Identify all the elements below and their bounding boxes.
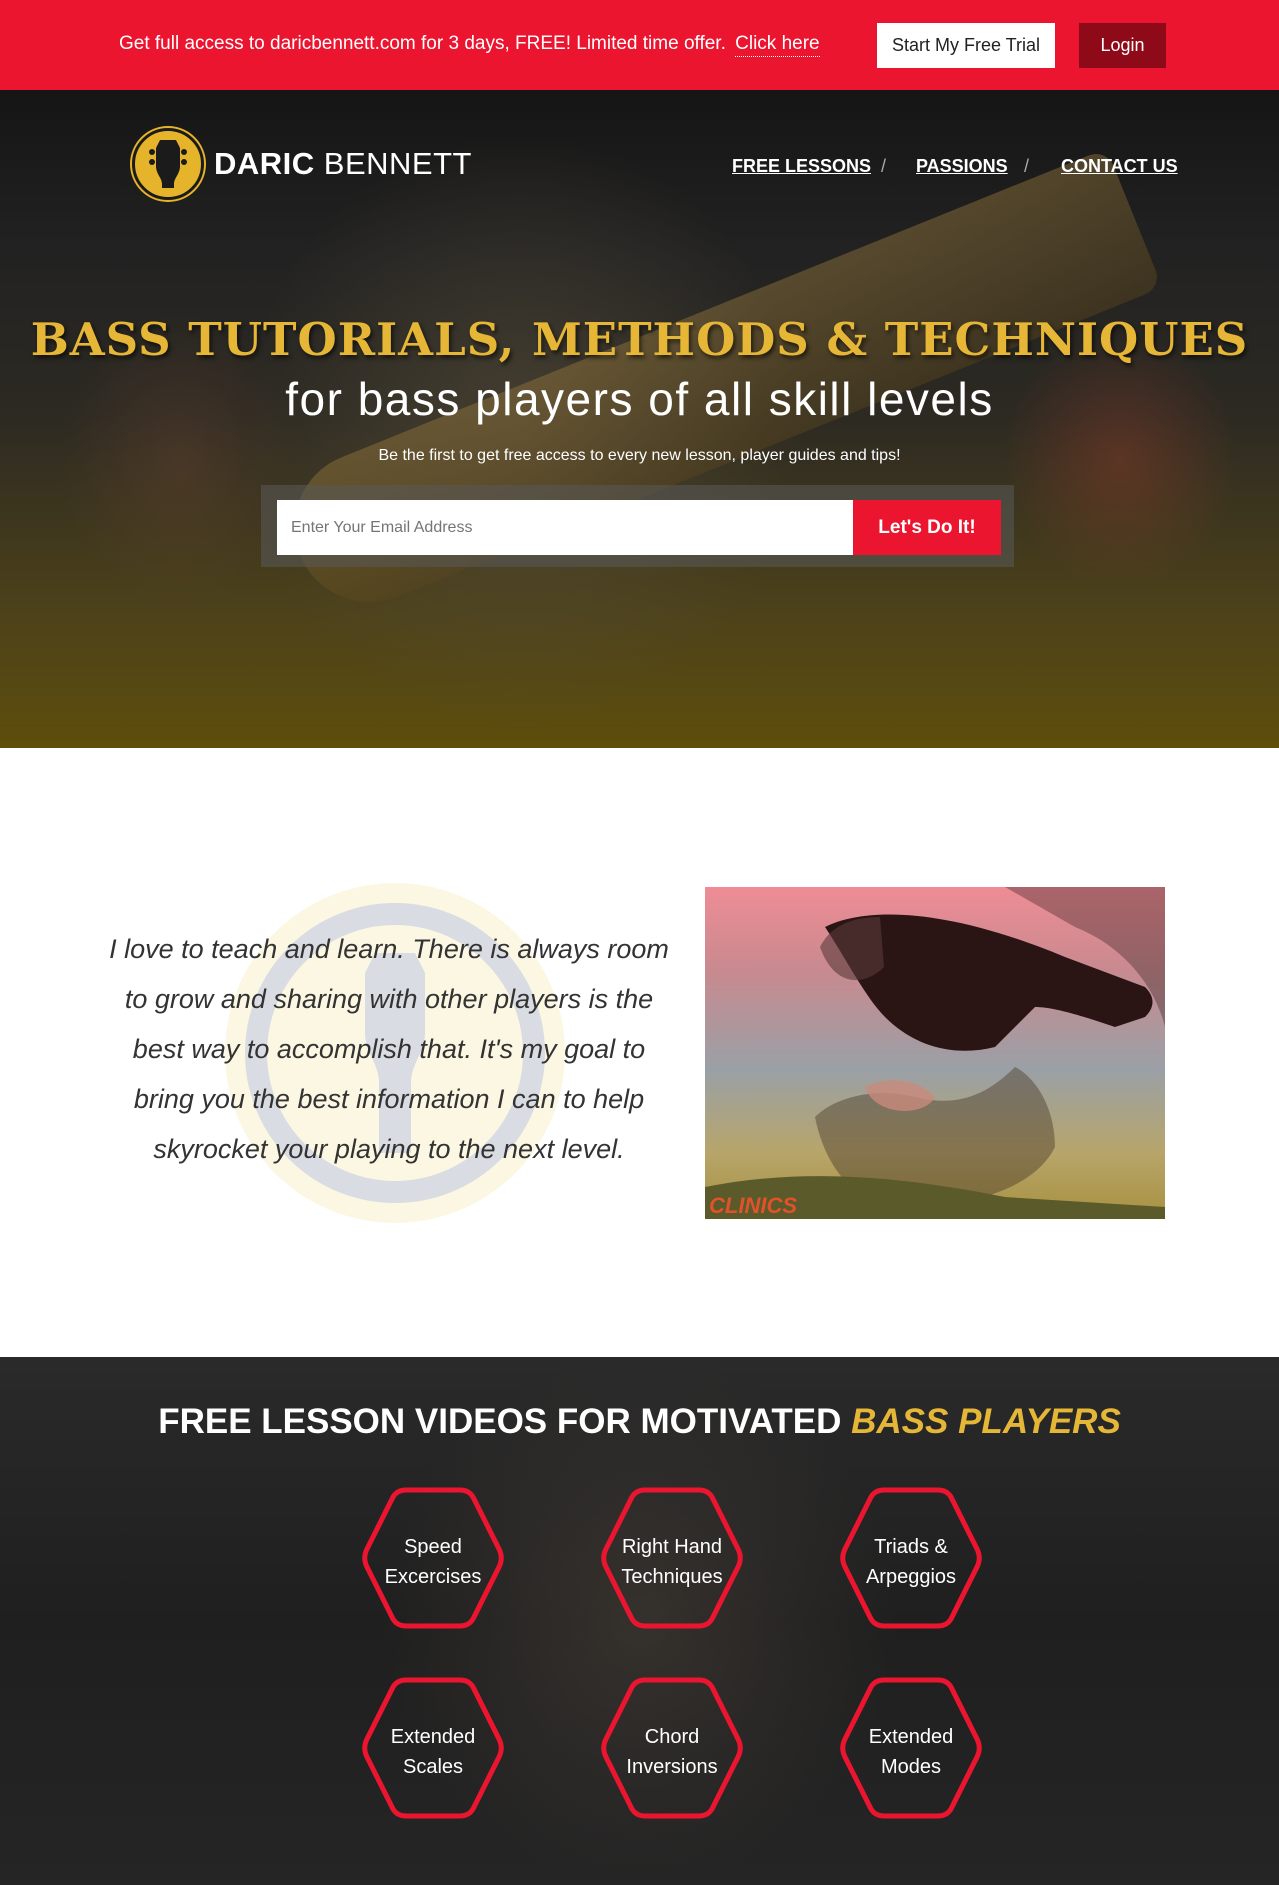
lesson-category-label: Chord Inversions xyxy=(617,1722,727,1782)
logo-first-name: DARIC xyxy=(214,146,315,181)
bass-headstock-icon xyxy=(132,128,204,200)
lesson-label-line: Techniques xyxy=(621,1566,723,1588)
nav-free-lessons[interactable]: FREE LESSONS xyxy=(732,156,871,177)
site-logo[interactable]: DARIC BENNETT xyxy=(132,128,472,200)
lesson-category-button[interactable]: Extended Modes xyxy=(840,1676,982,1828)
lesson-label-line: Extended xyxy=(868,1726,954,1748)
lessons-title: FREE LESSON VIDEOS FOR MOTIVATED BASS PL… xyxy=(0,1402,1279,1442)
promo-link[interactable]: Click here xyxy=(735,33,820,57)
start-free-trial-button[interactable]: Start My Free Trial xyxy=(877,23,1055,68)
about-quote: I love to teach and learn. There is alwa… xyxy=(109,934,669,1164)
promo-text: Get full access to daricbennett.com for … xyxy=(119,33,726,54)
lesson-label-line: Arpeggios xyxy=(865,1566,957,1588)
lesson-category-button[interactable]: Triads & Arpeggios xyxy=(840,1486,982,1638)
logo-last-name: BENNETT xyxy=(323,146,472,181)
lesson-category-button[interactable]: Right Hand Techniques xyxy=(601,1486,743,1638)
login-button[interactable]: Login xyxy=(1079,23,1166,68)
lesson-category-button[interactable]: Chord Inversions xyxy=(601,1676,743,1828)
lesson-category-button[interactable]: Extended Scales xyxy=(362,1676,504,1828)
lesson-category-label: Extended Scales xyxy=(378,1722,488,1782)
nav-separator: / xyxy=(1024,156,1030,176)
hero-note: Be the first to get free access to every… xyxy=(378,447,901,464)
lesson-label-line: Right Hand xyxy=(621,1536,723,1558)
lesson-category-label: Speed Excercises xyxy=(378,1532,488,1592)
promo-bar: Get full access to daricbennett.com for … xyxy=(0,0,1279,90)
portrait-caption: CLINICS xyxy=(709,1193,797,1218)
lesson-label-line: Inversions xyxy=(626,1756,718,1778)
lesson-category-button[interactable]: Speed Excercises xyxy=(362,1486,504,1638)
signup-submit-button[interactable]: Let's Do It! xyxy=(853,500,1001,555)
lesson-category-label: Triads & Arpeggios xyxy=(856,1532,966,1592)
logo-wordmark: DARIC BENNETT xyxy=(214,146,472,182)
hero-title: BASS TUTORIALS, METHODS & TECHNIQUES xyxy=(30,313,1249,366)
email-signup-form: Let's Do It! xyxy=(261,485,1014,567)
lesson-label-line: Chord xyxy=(644,1726,700,1748)
portrait-illustration: CLINICS xyxy=(705,887,1165,1219)
lessons-title-highlight: BASS PLAYERS xyxy=(851,1402,1121,1441)
lesson-label-line: Triads & xyxy=(874,1536,948,1558)
promo-message: Get full access to daricbennett.com for … xyxy=(119,33,820,57)
lesson-label-line: Excercises xyxy=(384,1566,482,1588)
nav-contact-us[interactable]: CONTACT US xyxy=(1061,156,1178,177)
lessons-title-main: FREE LESSON VIDEOS FOR MOTIVATED xyxy=(158,1402,842,1441)
lesson-label-line: Modes xyxy=(880,1756,942,1778)
nav-passions[interactable]: PASSIONS xyxy=(916,156,1008,177)
lesson-category-label: Right Hand Techniques xyxy=(617,1532,727,1592)
nav-separator: / xyxy=(881,156,887,176)
hero-subtitle: for bass players of all skill levels xyxy=(285,373,994,425)
lesson-label-line: Scales xyxy=(402,1756,464,1778)
lesson-category-label: Extended Modes xyxy=(856,1722,966,1782)
email-input[interactable] xyxy=(277,500,853,555)
lesson-label-line: Extended xyxy=(390,1726,476,1748)
lesson-label-line: Speed xyxy=(404,1536,462,1558)
